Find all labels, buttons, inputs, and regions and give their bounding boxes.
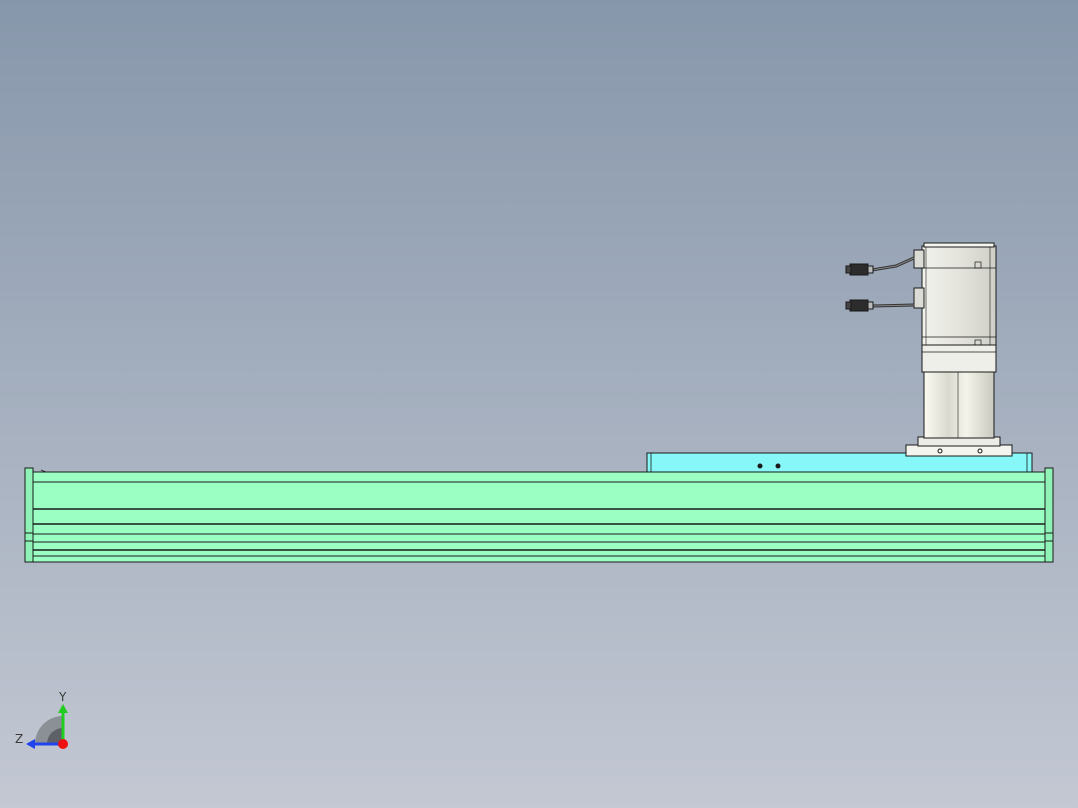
motor-cables[interactable] xyxy=(845,256,915,312)
mounting-hole xyxy=(775,463,781,469)
coupling-housing[interactable] xyxy=(923,371,995,439)
servo-motor[interactable] xyxy=(913,242,997,373)
rail-right-end-cap xyxy=(1044,467,1054,563)
x-axis-dot xyxy=(58,739,68,749)
mounting-hole xyxy=(757,463,763,469)
cad-model-view: Y Z xyxy=(15,242,1054,749)
encoder-connector xyxy=(849,299,869,312)
rail-extrusion xyxy=(32,471,1046,563)
triad-z-label: Z xyxy=(15,732,23,746)
cad-graphics-viewport[interactable]: Y Z xyxy=(0,0,1078,808)
power-connector xyxy=(849,263,869,276)
linear-rail[interactable] xyxy=(24,467,1054,563)
orientation-triad[interactable]: Y Z xyxy=(15,690,68,749)
motor-adapter-flange[interactable] xyxy=(905,436,1013,457)
triad-y-label: Y xyxy=(58,690,67,704)
rail-left-end-cap xyxy=(24,467,34,563)
